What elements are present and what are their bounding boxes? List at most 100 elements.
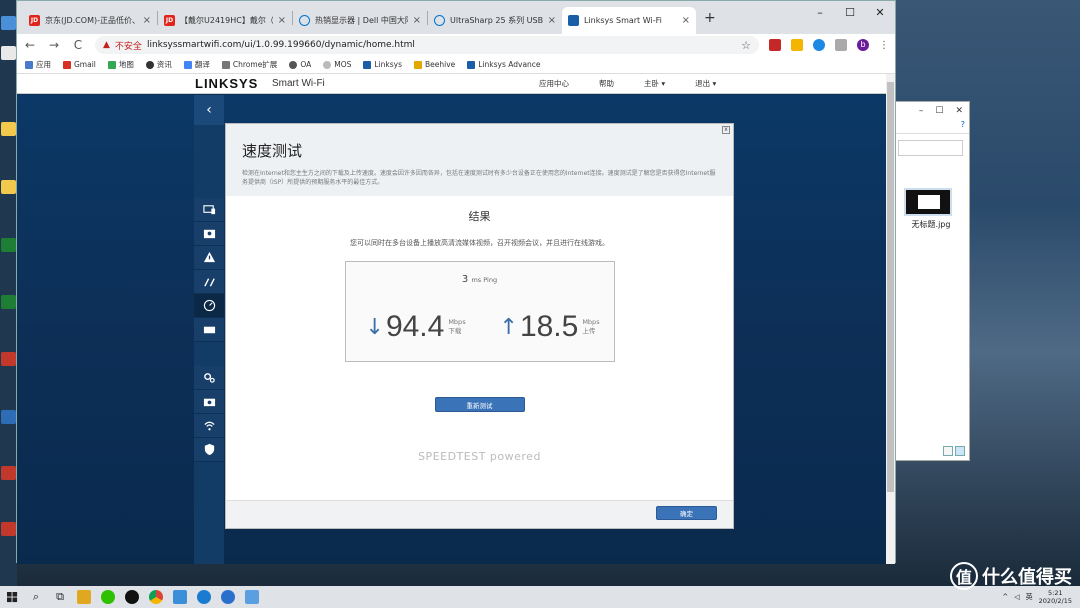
address-bar[interactable]: ▲ 不安全 linksyssmartwifi.com/ui/1.0.99.199… — [95, 36, 759, 54]
tab-jd-dell[interactable]: JD 【戴尔U2419HC】戴尔（DELL × — [158, 7, 292, 34]
dialog-footer: 确定 — [226, 500, 733, 528]
nav-parental[interactable] — [194, 222, 224, 246]
minimize-button[interactable]: – — [805, 1, 835, 23]
search-icon[interactable]: ⌕ — [24, 586, 48, 608]
app-icon[interactable] — [1, 466, 16, 480]
taskbar-app-remote[interactable] — [240, 586, 264, 608]
maximize-button[interactable]: ☐ — [835, 1, 865, 23]
new-tab-button[interactable]: + — [704, 10, 716, 26]
taskbar-app-qq[interactable] — [120, 586, 144, 608]
linksys-logo[interactable]: LINKSYS — [195, 76, 258, 91]
menu-help[interactable]: 帮助 — [599, 78, 614, 89]
nav-troubleshooting[interactable] — [194, 390, 224, 414]
excel-icon[interactable] — [1, 238, 16, 252]
close-icon[interactable]: × — [278, 15, 286, 26]
folder-icon[interactable] — [1, 180, 16, 194]
profile-avatar[interactable]: b — [857, 39, 869, 51]
storage-icon — [203, 326, 215, 334]
close-icon[interactable]: × — [143, 15, 151, 26]
nav-wireless[interactable] — [194, 414, 224, 438]
close-icon[interactable]: × — [682, 15, 690, 26]
volume-icon[interactable]: ◁ — [1014, 593, 1019, 601]
tab-linksys[interactable]: Linksys Smart Wi-Fi × — [562, 7, 696, 34]
bookmark-mos[interactable]: MOS — [323, 60, 351, 69]
taskbar-app-wechat[interactable] — [96, 586, 120, 608]
nav-security[interactable] — [194, 438, 224, 462]
close-icon[interactable]: x — [722, 126, 730, 134]
adblock-extension-icon[interactable] — [769, 39, 781, 51]
nav-connectivity[interactable] — [194, 366, 224, 390]
bookmark-linksys-advance[interactable]: Linksys Advance — [467, 60, 541, 69]
image-file-thumbnail[interactable] — [904, 188, 952, 216]
security-label[interactable]: 不安全 — [115, 39, 142, 52]
minimize-icon[interactable]: – — [919, 106, 924, 116]
reload-button[interactable]: C — [71, 38, 85, 52]
file-label[interactable]: 无标题.jpg — [896, 219, 966, 230]
bookmark-oa[interactable]: OA — [289, 60, 311, 69]
extensions-puzzle-icon[interactable] — [835, 39, 847, 51]
menu-icon[interactable]: ⋮ — [879, 40, 889, 51]
bookmark-star-icon[interactable]: ☆ — [741, 39, 751, 52]
warning-icon[interactable]: ▲ — [103, 40, 110, 50]
tab-ultrasharp[interactable]: UltraSharp 25 系列 USB-C 显示 × — [428, 7, 562, 34]
clock[interactable]: 5:21 2020/2/15 — [1039, 589, 1072, 605]
nav-alerts[interactable] — [194, 246, 224, 270]
view-toggle[interactable] — [943, 446, 965, 456]
nav-external-storage[interactable] — [194, 318, 224, 342]
menu-logout[interactable]: 退出 ▾ — [695, 78, 716, 89]
tray-chevron-icon[interactable]: ^ — [1002, 593, 1008, 601]
page-scrollbar[interactable] — [886, 74, 895, 564]
taskbar-app-chrome[interactable] — [144, 586, 168, 608]
desktop-shortcut-icon[interactable] — [1, 16, 16, 30]
excel-icon[interactable] — [1, 295, 16, 309]
extension-icon[interactable] — [813, 39, 825, 51]
details-view-icon[interactable] — [943, 446, 953, 456]
taskbar-app-folder[interactable] — [72, 586, 96, 608]
bookmark-maps[interactable]: 地图 — [107, 59, 134, 70]
maximize-icon[interactable]: ☐ — [935, 106, 943, 116]
app-icon[interactable] — [1, 522, 16, 536]
bookmark-chrome-extensions[interactable]: Chrome扩展 — [221, 59, 277, 70]
bookmark-beehive[interactable]: Beehive — [413, 60, 455, 69]
bookmark-gmail[interactable]: Gmail — [63, 60, 96, 69]
mos-icon — [323, 60, 332, 69]
nav-priority[interactable] — [194, 270, 224, 294]
nav-devices[interactable] — [194, 198, 224, 222]
bookmark-translate[interactable]: 翻译 — [183, 59, 210, 70]
bookmark-linksys[interactable]: Linksys — [363, 60, 402, 69]
app-icon[interactable] — [1, 410, 16, 424]
tab-dell-monitors[interactable]: 热销显示器 | Dell 中国大陆 × — [293, 7, 427, 34]
desktop-shortcut-icon[interactable] — [1, 46, 16, 60]
close-icon[interactable]: × — [413, 15, 421, 26]
collapse-chevron-icon[interactable]: ‹ — [194, 95, 224, 125]
nav-speed-test[interactable] — [194, 294, 224, 318]
desktop-icon-column — [0, 0, 17, 586]
explorer-search-input[interactable] — [898, 140, 963, 156]
app-icon[interactable] — [1, 352, 16, 366]
menu-app-center[interactable]: 应用中心 — [539, 78, 569, 89]
close-window-button[interactable]: ✕ — [865, 1, 895, 23]
extension-icon[interactable] — [791, 39, 803, 51]
gmail-icon — [63, 60, 71, 69]
tab-jd-home[interactable]: JD 京东(JD.COM)-正品低价、品质 × — [23, 7, 157, 34]
taskbar-app-explorer[interactable] — [168, 586, 192, 608]
bookmark-news[interactable]: 资讯 — [145, 59, 172, 70]
folder-icon[interactable] — [1, 122, 16, 136]
web-page: LINKSYS Smart Wi-Fi 应用中心 帮助 主卧 ▾ 退出 ▾ ‹ — [17, 74, 895, 564]
forward-button[interactable]: → — [47, 38, 61, 52]
task-view-icon[interactable]: ⧉ — [48, 586, 72, 608]
url-text[interactable]: linksyssmartwifi.com/ui/1.0.99.199660/dy… — [147, 40, 415, 50]
close-icon[interactable]: ✕ — [955, 106, 963, 116]
menu-router-name[interactable]: 主卧 ▾ — [644, 78, 665, 89]
help-icon[interactable]: ? — [896, 120, 969, 134]
close-icon[interactable]: × — [548, 15, 556, 26]
ok-button[interactable]: 确定 — [656, 506, 717, 520]
taskbar-app-store[interactable] — [216, 586, 240, 608]
back-button[interactable]: ← — [23, 38, 37, 52]
retest-button[interactable]: 重新测试 — [434, 397, 525, 412]
large-icons-view-icon[interactable] — [955, 446, 965, 456]
bookmark-apps[interactable]: 应用 — [25, 59, 51, 70]
start-button[interactable] — [0, 586, 24, 608]
ime-indicator[interactable]: 英 — [1026, 592, 1033, 602]
taskbar-app-edge[interactable] — [192, 586, 216, 608]
